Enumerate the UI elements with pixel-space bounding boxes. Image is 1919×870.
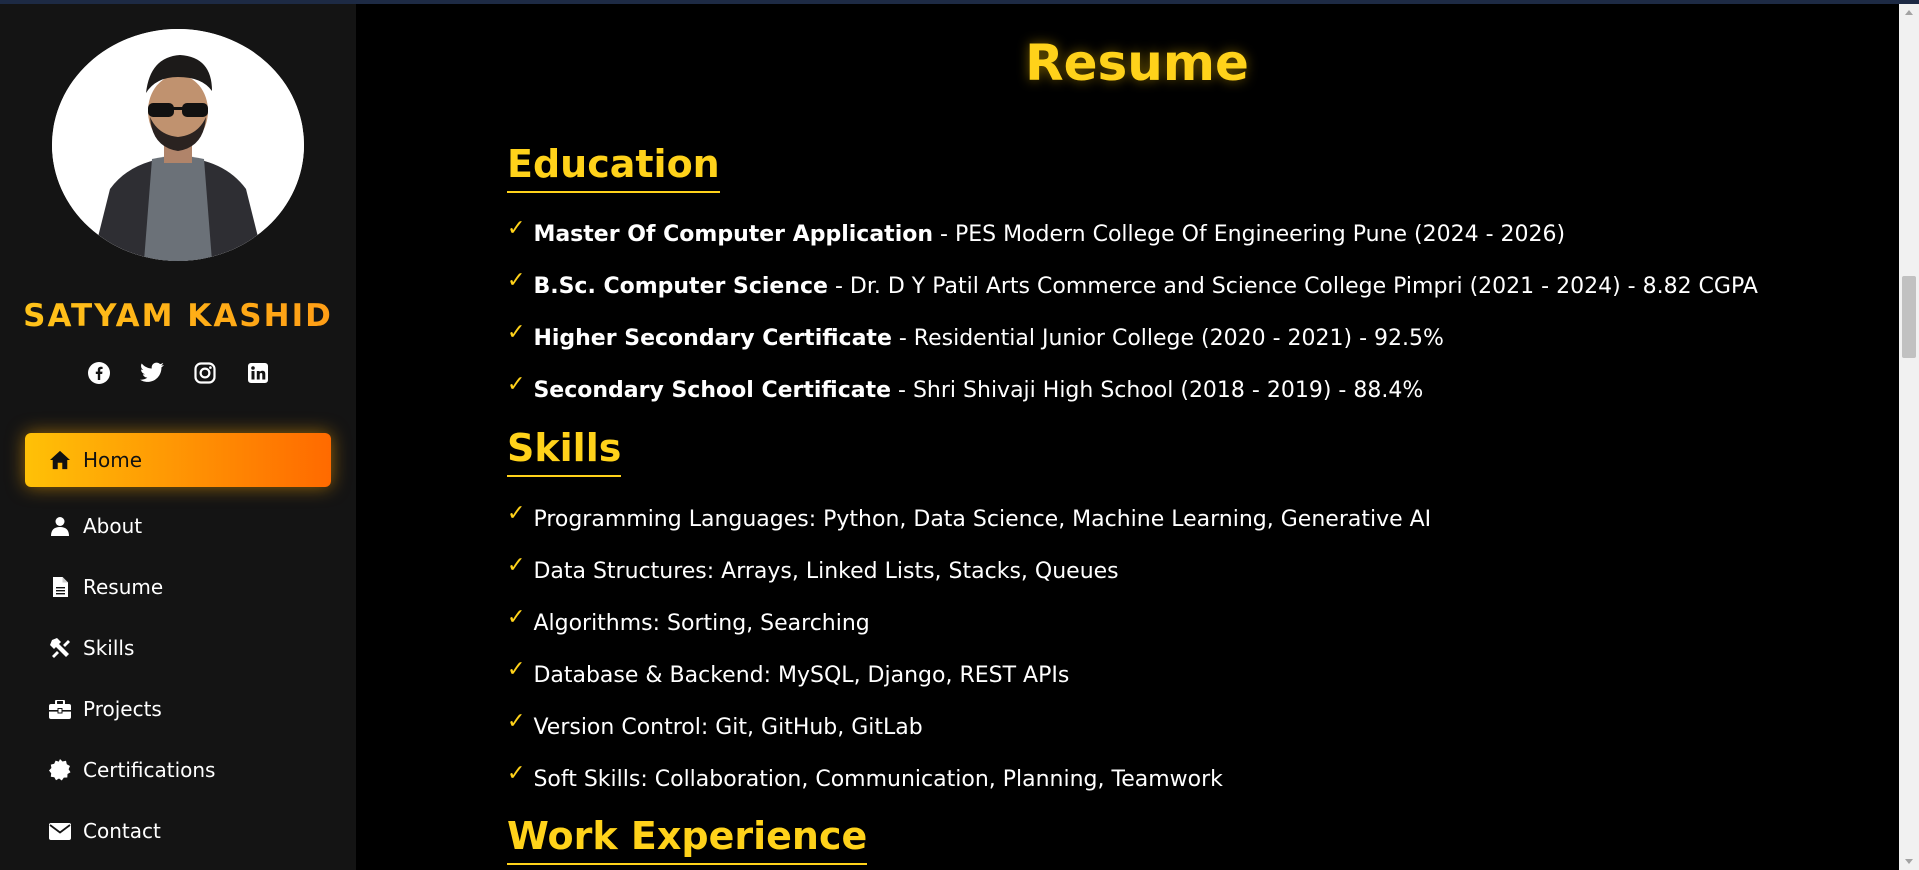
briefcase-icon: [49, 698, 71, 720]
list-item: ✓ Higher Secondary Certificate - Residen…: [507, 312, 1758, 364]
scroll-down-arrow-icon[interactable]: [1905, 859, 1913, 864]
degree-title: Secondary School Certificate: [533, 377, 892, 403]
avatar: [52, 29, 304, 261]
nav-label: Skills: [83, 636, 135, 660]
check-icon: ✓: [507, 267, 526, 293]
degree-detail: - Shri Shivaji High School (2018 - 2019)…: [891, 377, 1424, 403]
list-item: ✓ Soft Skills: Collaboration, Communicat…: [507, 753, 1431, 805]
list-item: ✓ Version Control: Git, GitHub, GitLab: [507, 701, 1431, 753]
nav-label: Contact: [83, 819, 161, 843]
degree-detail: - Residential Junior College (2020 - 202…: [891, 325, 1444, 351]
check-icon: ✓: [507, 215, 526, 241]
check-icon: ✓: [507, 656, 526, 682]
scrollbar-thumb[interactable]: [1902, 276, 1916, 358]
linkedin-icon[interactable]: [245, 360, 271, 386]
tools-icon: [49, 637, 71, 659]
check-icon: ✓: [507, 552, 526, 578]
check-icon: ✓: [507, 371, 526, 397]
degree-title: Master Of Computer Application: [533, 221, 934, 247]
facebook-icon[interactable]: [86, 360, 112, 386]
check-icon: ✓: [507, 500, 526, 526]
list-item: ✓ Secondary School Certificate - Shri Sh…: [507, 364, 1758, 416]
nav-item-about[interactable]: About: [25, 499, 331, 553]
nav-item-skills[interactable]: Skills: [25, 621, 331, 675]
skills-list: ✓ Programming Languages: Python, Data Sc…: [507, 493, 1431, 805]
degree-detail: - PES Modern College Of Engineering Pune…: [933, 221, 1566, 247]
nav-item-home[interactable]: Home: [25, 433, 331, 487]
list-item: ✓ B.Sc. Computer Science - Dr. D Y Patil…: [507, 260, 1758, 312]
social-links: [0, 360, 356, 386]
skill-text: Algorithms: Sorting, Searching: [533, 610, 870, 636]
skill-text: Data Structures: Arrays, Linked Lists, S…: [533, 558, 1119, 584]
certificate-icon: [49, 759, 71, 781]
envelope-icon: [49, 820, 71, 842]
sidebar-nav: Home About Resume Skills Projects Certif…: [25, 433, 331, 865]
scroll-up-arrow-icon[interactable]: [1905, 10, 1913, 15]
list-item: ✓ Data Structures: Arrays, Linked Lists,…: [507, 545, 1431, 597]
sidebar: SATYAM KASHID Home About Resume Skills P…: [0, 4, 356, 870]
degree-detail: - Dr. D Y Patil Arts Commerce and Scienc…: [827, 273, 1758, 299]
check-icon: ✓: [507, 708, 526, 734]
skill-text: Database & Backend: MySQL, Django, REST …: [533, 662, 1070, 688]
degree-title: B.Sc. Computer Science: [533, 273, 828, 299]
nav-item-contact[interactable]: Contact: [25, 804, 331, 858]
user-icon: [49, 515, 71, 537]
work-experience-heading: Work Experience: [507, 816, 868, 865]
skill-text: Programming Languages: Python, Data Scie…: [533, 506, 1432, 532]
page-scrollbar[interactable]: [1899, 4, 1919, 870]
list-item: ✓ Programming Languages: Python, Data Sc…: [507, 493, 1431, 545]
page-title: Resume: [1025, 34, 1249, 92]
nav-item-resume[interactable]: Resume: [25, 560, 331, 614]
nav-label: About: [83, 514, 143, 538]
check-icon: ✓: [507, 604, 526, 630]
nav-label: Projects: [83, 697, 162, 721]
check-icon: ✓: [507, 760, 526, 786]
profile-name: SATYAM KASHID: [0, 298, 356, 334]
nav-label: Resume: [83, 575, 164, 599]
education-list: ✓ Master Of Computer Application - PES M…: [507, 208, 1758, 416]
nav-item-projects[interactable]: Projects: [25, 682, 331, 736]
list-item: ✓ Master Of Computer Application - PES M…: [507, 208, 1758, 260]
skills-heading: Skills: [507, 428, 622, 477]
nav-label: Certifications: [83, 758, 216, 782]
skill-text: Version Control: Git, GitHub, GitLab: [533, 714, 923, 740]
file-icon: [49, 576, 71, 598]
education-heading: Education: [507, 144, 720, 193]
degree-title: Higher Secondary Certificate: [533, 325, 892, 351]
list-item: ✓ Database & Backend: MySQL, Django, RES…: [507, 649, 1431, 701]
home-icon: [49, 449, 71, 471]
skill-text: Soft Skills: Collaboration, Communicatio…: [533, 766, 1223, 792]
main-content: Resume Education ✓ Master Of Computer Ap…: [356, 4, 1899, 870]
instagram-icon[interactable]: [192, 360, 218, 386]
nav-label: Home: [83, 448, 143, 472]
nav-item-certifications[interactable]: Certifications: [25, 743, 331, 797]
list-item: ✓ Algorithms: Sorting, Searching: [507, 597, 1431, 649]
twitter-icon[interactable]: [139, 360, 165, 386]
check-icon: ✓: [507, 319, 526, 345]
